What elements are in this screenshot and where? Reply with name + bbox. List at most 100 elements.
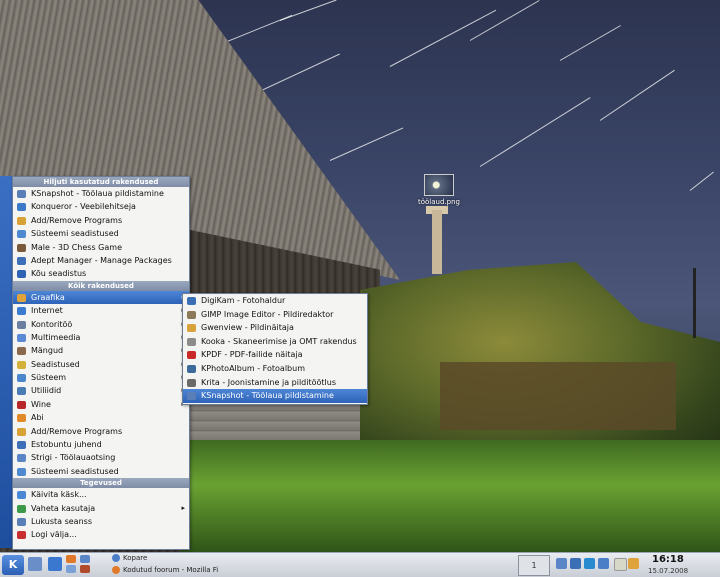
scanner-icon	[187, 337, 196, 346]
kde-icon	[17, 270, 26, 279]
notes-icon[interactable]	[614, 558, 627, 571]
mail-launcher-icon[interactable]	[80, 565, 90, 573]
submenu-item-gimp-image-editor-pildiredak[interactable]: GIMP Image Editor - Pildiredaktor	[183, 308, 367, 322]
volume-icon[interactable]	[570, 558, 581, 569]
taskbar: K Kopare Kodutud foorum - Mozilla Fi 1 1…	[0, 552, 720, 577]
menu-item-label: Mängud	[31, 346, 64, 356]
submenu-item-kooka-skaneerimise-ja-omt-ra[interactable]: Kooka - Skaneerimise ja OMT rakendus	[183, 335, 367, 349]
menu-item-wine[interactable]: Wine▸	[13, 398, 189, 411]
menu-item-kontoritoo[interactable]: Kontoritöö▸	[13, 318, 189, 331]
clock-date: 15.07.2008	[648, 567, 689, 575]
menu-item-internet[interactable]: Internet▸	[13, 304, 189, 317]
menu-item-estobuntu-juhend[interactable]: Estobuntu juhend	[13, 438, 189, 451]
utility-pole	[693, 268, 696, 338]
menu-item-susteemi-seadistused[interactable]: Süsteemi seadistused	[13, 227, 189, 240]
firefox-launcher-icon[interactable]	[66, 555, 76, 563]
konqueror-launcher-icon[interactable]	[48, 557, 62, 571]
help-icon	[17, 414, 26, 423]
menu-item-label: Süsteemi seadistused	[31, 229, 119, 239]
menu-item-susteem[interactable]: Süsteem▸	[13, 371, 189, 384]
run-icon	[17, 491, 26, 500]
lock-icon	[17, 517, 26, 526]
menu-item-utiliidid[interactable]: Utiliidid▸	[13, 384, 189, 397]
clock-time[interactable]: 16:18	[652, 554, 684, 565]
internet-icon	[17, 307, 26, 316]
menu-item-add-remove-programs[interactable]: Add/Remove Programs	[13, 214, 189, 227]
star-trail	[599, 69, 675, 121]
network-icon[interactable]	[556, 558, 567, 569]
menu-item-kou-seadistus[interactable]: Kõu seadistus	[13, 267, 189, 280]
menu-item-mangud[interactable]: Mängud▸	[13, 344, 189, 357]
menu-item-label: Logi välja...	[31, 530, 77, 540]
star-trail	[389, 9, 497, 67]
menu-item-graafika[interactable]: Graafika▸	[13, 290, 189, 305]
menu-item-adept-manager-manage-package[interactable]: Adept Manager - Manage Packages	[13, 254, 189, 267]
submenu-item-ksnapshot-toolaua-pildistami[interactable]: KSnapshot - Töölaua pildistamine	[183, 389, 367, 403]
kmenu-button[interactable]: K	[2, 555, 24, 575]
menu-item-konqueror-veebilehitseja[interactable]: Konqueror - Veebilehitseja	[13, 200, 189, 213]
star-trail	[279, 0, 337, 21]
task-label: Kodutud foorum - Mozilla Fi	[123, 566, 219, 574]
package-icon	[17, 216, 26, 225]
camera-icon	[187, 392, 196, 401]
menu-item-susteemi-seadistused[interactable]: Süsteemi seadistused	[13, 465, 189, 478]
menu-item-ksnapshot-toolaua-pildistami[interactable]: KSnapshot - Töölaua pildistamine	[13, 187, 189, 200]
update-icon[interactable]	[584, 558, 595, 569]
star-trail	[689, 171, 714, 191]
clipboard-icon[interactable]	[598, 558, 609, 569]
menu-item-label: KSnapshot - Töölaua pildistamine	[201, 391, 334, 401]
menu-item-label: Kooka - Skaneerimise ja OMT rakendus	[201, 336, 357, 346]
grass-field	[180, 440, 720, 552]
gimp-icon	[187, 310, 196, 319]
submenu-item-digikam-fotohaldur[interactable]: DigiKam - Fotohaldur	[183, 294, 367, 308]
menu-item-abi[interactable]: Abi	[13, 411, 189, 424]
desktop-file-icon[interactable]: töölaud.png	[414, 174, 464, 206]
wine-icon	[17, 400, 26, 409]
terminal-launcher-icon[interactable]	[66, 565, 76, 573]
menu-item-multimeedia[interactable]: Multimeedia▸	[13, 331, 189, 344]
search-icon	[17, 454, 26, 463]
task-kopare[interactable]: Kopare	[112, 553, 147, 564]
menu-item-label: KPhotoAlbum - Fotoalbum	[201, 363, 305, 373]
camera-icon	[17, 190, 26, 198]
action-item-kaivita-kask[interactable]: Käivita käsk...	[13, 488, 189, 501]
menu-item-add-remove-programs[interactable]: Add/Remove Programs	[13, 425, 189, 438]
desktop-show-icon[interactable]	[28, 557, 42, 571]
menu-item-seadistused[interactable]: Seadistused▸	[13, 358, 189, 371]
menu-item-label: DigiKam - Fotohaldur	[201, 296, 286, 305]
desktop-pager[interactable]: 1	[518, 555, 550, 576]
multimedia-icon	[17, 333, 26, 342]
menu-item-label: Süsteem	[31, 373, 67, 383]
settings-icon	[17, 360, 26, 369]
submenu-item-gwenview-pildinaitaja[interactable]: Gwenview - Pildinäitaja	[183, 321, 367, 335]
menu-item-male-3d-chess-game[interactable]: Male - 3D Chess Game	[13, 241, 189, 254]
office-icon	[17, 320, 26, 329]
chimney	[432, 210, 442, 274]
menu-item-label: Wine	[31, 399, 51, 409]
menu-item-label: Abi	[31, 413, 44, 423]
settings-icon	[17, 467, 26, 476]
submenu-item-kphotoalbum-fotoalbum[interactable]: KPhotoAlbum - Fotoalbum	[183, 362, 367, 376]
menu-item-strigi-toolauaotsing[interactable]: Strigi - Töölauaotsing	[13, 451, 189, 464]
cellar-door	[440, 362, 676, 430]
menu-item-label: Add/Remove Programs	[31, 215, 123, 225]
menu-item-label: Graafika	[31, 292, 65, 302]
chess-icon	[17, 243, 26, 252]
home-launcher-icon[interactable]	[80, 555, 90, 563]
submenu-item-krita-joonistamine-ja-pildit[interactable]: Krita - Joonistamine ja pilditöötlus	[183, 376, 367, 390]
menu-item-label: Adept Manager - Manage Packages	[31, 255, 172, 265]
action-item-vaheta-kasutaja[interactable]: Vaheta kasutaja ▸	[13, 502, 189, 515]
settings-icon	[17, 230, 26, 239]
gwenview-icon	[187, 324, 196, 333]
action-item-lukusta-seanss[interactable]: Lukusta seanss	[13, 515, 189, 528]
action-item-logi-valja[interactable]: Logi välja...	[13, 528, 189, 541]
section-header-all: Kõik rakendused	[13, 280, 189, 291]
package-icon[interactable]	[628, 558, 639, 569]
menu-item-label: Vaheta kasutaja	[31, 503, 96, 513]
package-icon	[17, 427, 26, 436]
graphics-icon	[17, 293, 26, 302]
task-firefox[interactable]: Kodutud foorum - Mozilla Fi	[112, 565, 218, 576]
menu-item-label: Male - 3D Chess Game	[31, 242, 122, 252]
photoalbum-icon	[187, 364, 196, 373]
submenu-item-kpdf-pdf-failide-naitaja[interactable]: KPDF - PDF-failide näitaja	[183, 348, 367, 362]
